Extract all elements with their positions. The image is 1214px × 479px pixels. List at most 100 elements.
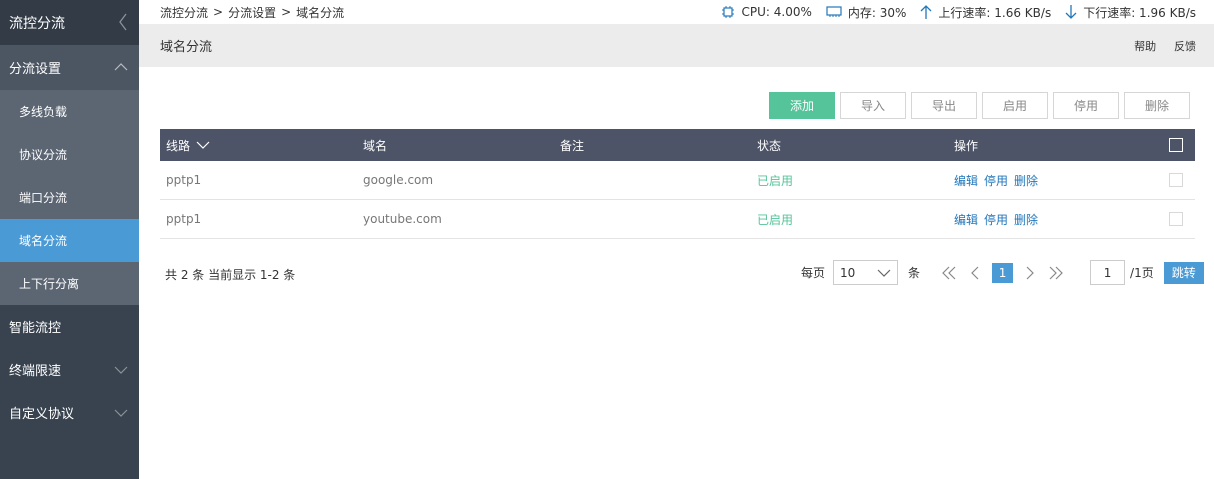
cell-line: pptp1: [166, 212, 202, 226]
sidebar-item-protocol-routing[interactable]: 协议分流: [0, 133, 139, 176]
column-header-ops: 操作: [954, 138, 979, 153]
per-page-value: 10: [840, 265, 856, 280]
sidebar-group-routing-settings[interactable]: 分流设置: [0, 45, 139, 90]
column-header-remark: 备注: [560, 138, 585, 153]
column-header-domain: 域名: [363, 138, 388, 153]
disable-button[interactable]: 停用: [1053, 92, 1119, 119]
cell-domain: google.com: [363, 173, 434, 187]
goto-page-input[interactable]: 1: [1090, 260, 1126, 285]
add-button[interactable]: 添加: [769, 92, 835, 119]
table-row: pptp1 youtube.com 已启用 编辑 停用 删除: [160, 200, 1195, 239]
system-stats: CPU: 4.00% 内存: 30% 上行速率: 1.66 KB/s 下行速率:…: [707, 4, 1196, 21]
cpu-stat: CPU: 4.00%: [721, 5, 812, 19]
sidebar: 流控分流 分流设置 多线负载 协议分流 端口分流 域名分流 上下行分离 智能流控…: [0, 0, 139, 479]
per-page-label: 每页: [801, 266, 826, 280]
cell-domain: youtube.com: [363, 212, 442, 226]
download-rate-stat: 下行速率: 1.96 KB/s: [1065, 4, 1196, 21]
arrow-down-icon: [1065, 5, 1077, 19]
per-page-unit: 条: [908, 266, 921, 280]
page-navigation: 1: [940, 262, 1073, 283]
sidebar-item-up-down-separation[interactable]: 上下行分离: [0, 262, 139, 305]
chevron-down-icon: [114, 366, 128, 374]
cell-select: [1145, 173, 1195, 187]
upload-rate-stat: 上行速率: 1.66 KB/s: [920, 4, 1051, 21]
current-page-button[interactable]: 1: [992, 262, 1014, 283]
select-all-checkbox[interactable]: [1169, 138, 1183, 152]
sidebar-item-custom-protocol[interactable]: 自定义协议: [0, 391, 139, 434]
first-page-icon[interactable]: [940, 264, 958, 282]
row-checkbox[interactable]: [1169, 212, 1183, 226]
cell-status: 已启用: [757, 212, 794, 227]
per-page-select[interactable]: 10: [833, 260, 899, 285]
cell-line: pptp1: [166, 173, 202, 187]
sidebar-item-port-routing[interactable]: 端口分流: [0, 176, 139, 219]
chevron-down-icon: [114, 409, 128, 417]
select-all-cell: [1145, 138, 1195, 152]
sidebar-item-label: 终端限速: [9, 364, 62, 379]
disable-link[interactable]: 停用: [984, 211, 1008, 228]
page-title: 域名分流: [160, 40, 213, 55]
memory-icon: [826, 6, 842, 17]
table-header: 线路 域名 备注 状态 操作: [160, 129, 1195, 161]
enable-button[interactable]: 启用: [982, 92, 1048, 119]
delete-button[interactable]: 删除: [1124, 92, 1190, 119]
memory-stat: 内存: 30%: [826, 4, 907, 21]
jump-button[interactable]: 跳转: [1163, 261, 1204, 284]
chevron-down-icon: [196, 141, 210, 149]
sidebar-item-label: 域名分流: [19, 234, 68, 248]
feedback-link[interactable]: 反馈: [1174, 40, 1196, 53]
column-header-line[interactable]: 线路: [160, 137, 357, 154]
next-page-icon[interactable]: [1021, 264, 1039, 282]
row-checkbox[interactable]: [1169, 173, 1183, 187]
import-button[interactable]: 导入: [840, 92, 906, 119]
sidebar-item-terminal-rate-limit[interactable]: 终端限速: [0, 348, 139, 391]
upload-rate-value: 上行速率: 1.66 KB/s: [938, 5, 1052, 20]
action-toolbar: 添加 导入 导出 启用 停用 删除: [769, 92, 1195, 119]
last-page-icon[interactable]: [1047, 264, 1065, 282]
breadcrumb-item[interactable]: 分流设置: [228, 4, 276, 21]
total-pages: /1页: [1130, 266, 1154, 280]
pagination: 每页 10 条 1 1 /1页 跳转: [801, 260, 1204, 285]
collapse-chevron-icon[interactable]: [118, 12, 128, 32]
breadcrumb-item[interactable]: 流控分流: [160, 4, 208, 21]
sidebar-item-label: 多线负载: [19, 105, 68, 119]
domain-routing-table: 线路 域名 备注 状态 操作 pptp1 google.com 已启用 编辑 停…: [160, 129, 1195, 239]
breadcrumb-separator: >: [281, 5, 292, 19]
column-header-status: 状态: [757, 138, 782, 153]
delete-link[interactable]: 删除: [1014, 211, 1038, 228]
table-row: pptp1 google.com 已启用 编辑 停用 删除: [160, 161, 1195, 200]
top-bar: 流控分流 > 分流设置 > 域名分流 CPU: 4.00% 内存: 30% 上行…: [139, 0, 1214, 24]
disable-link[interactable]: 停用: [984, 172, 1008, 189]
chevron-up-icon: [114, 63, 128, 71]
cell-ops: 编辑 停用 删除: [948, 211, 1145, 228]
column-label: 线路: [166, 138, 191, 153]
arrow-up-icon: [920, 5, 932, 19]
sidebar-item-label: 上下行分离: [19, 277, 80, 291]
page-header: 域名分流 帮助 反馈: [139, 24, 1214, 67]
chevron-down-icon: [877, 269, 891, 277]
edit-link[interactable]: 编辑: [954, 172, 978, 189]
cpu-value: CPU: 4.00%: [741, 5, 812, 19]
memory-value: 内存: 30%: [847, 5, 907, 20]
sidebar-item-smart-flow-control[interactable]: 智能流控: [0, 305, 139, 348]
sidebar-item-label: 智能流控: [9, 321, 62, 336]
header-links: 帮助 反馈: [1120, 38, 1196, 54]
prev-page-icon[interactable]: [966, 264, 984, 282]
edit-link[interactable]: 编辑: [954, 211, 978, 228]
cell-ops: 编辑 停用 删除: [948, 172, 1145, 189]
help-link[interactable]: 帮助: [1134, 40, 1156, 53]
cell-select: [1145, 212, 1195, 226]
breadcrumb-separator: >: [213, 5, 224, 19]
cell-status: 已启用: [757, 173, 794, 188]
delete-link[interactable]: 删除: [1014, 172, 1038, 189]
sidebar-group-label: 分流设置: [9, 62, 62, 77]
export-button[interactable]: 导出: [911, 92, 977, 119]
breadcrumb: 流控分流 > 分流设置 > 域名分流: [160, 4, 344, 21]
sidebar-item-label: 协议分流: [19, 148, 68, 162]
breadcrumb-item-current: 域名分流: [296, 5, 345, 20]
sidebar-item-domain-routing[interactable]: 域名分流: [0, 219, 139, 262]
sidebar-item-multi-line-load[interactable]: 多线负载: [0, 90, 139, 133]
record-summary: 共 2 条 当前显示 1-2 条: [165, 268, 296, 282]
cpu-icon: [722, 6, 735, 18]
app-title: 流控分流: [9, 15, 65, 32]
